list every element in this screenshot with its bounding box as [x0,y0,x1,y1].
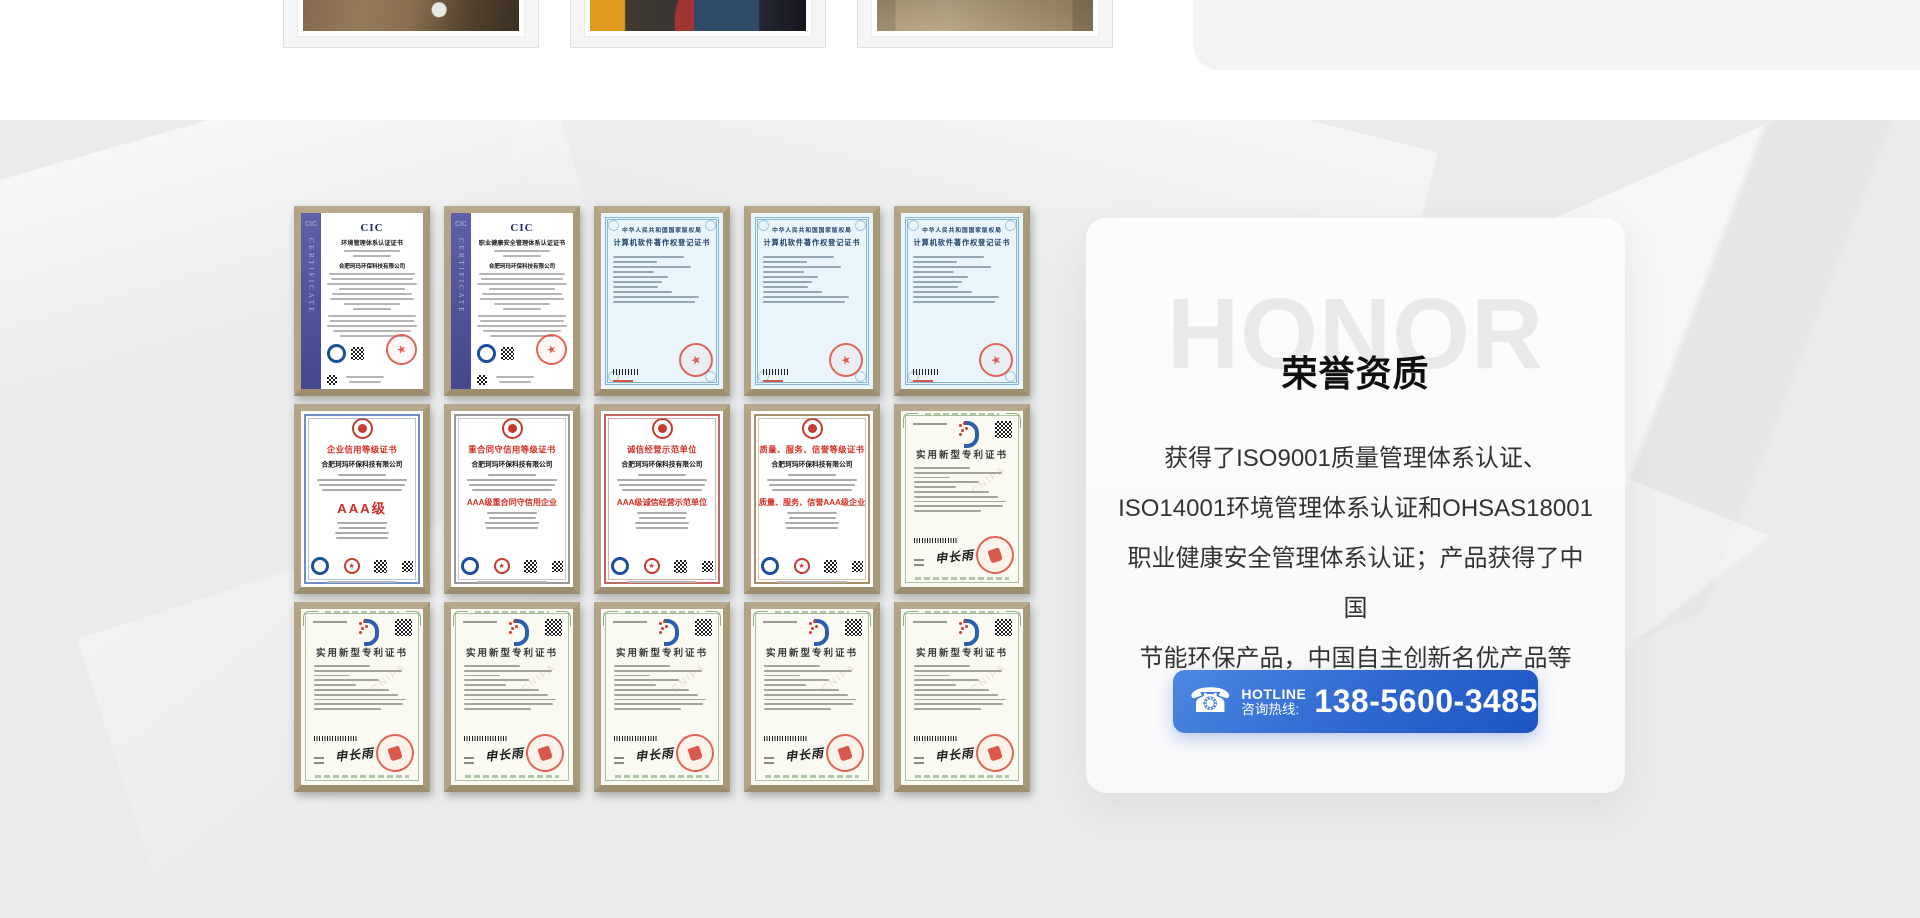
photo-frame [872,0,1098,36]
project-photo-card-2[interactable] [570,0,826,48]
cert-barcode [763,369,789,375]
cert-number [313,621,347,623]
cert-authority: 中华人民共和国国家版权局 [754,225,870,234]
cert-award: AAA级重合同守信用企业 [454,496,570,507]
certificate-thumbnail-3[interactable]: 中华人民共和国国家版权局 计算机软件著作权登记证书 ★ [594,206,730,396]
qr-code [995,619,1012,636]
certificate-thumbnail-1[interactable]: CIC CERTIFICATE CIC 环境管理体系认证证书 合肥珂玛环保科技有… [294,206,430,396]
cert-barcode [913,369,939,375]
certificate-thumbnail-14[interactable]: 实用新型专利证书 申长雨 CNIPA [744,602,880,792]
cert-company: 合肥珂玛环保科技有限公司 [607,460,717,470]
hotline-button[interactable]: ☎ HOTLINE 咨询热线: 138-5600-3485 [1173,670,1538,733]
cert-number [913,621,947,623]
hotline-label-zh: 咨询热线: [1241,702,1306,718]
cert-logos: ★ [311,557,413,575]
cert-title: 职业健康安全管理体系认证证书 [477,237,566,247]
hotline-labels: HOTLINE 咨询热线: [1241,686,1306,718]
cert-title: 企业信用等级证书 [306,444,418,456]
cert-title: 计算机软件著作权登记证书 [754,237,870,247]
cert-number [613,621,647,623]
cert-brand: CIC [325,222,419,234]
cnipa-logo [358,618,380,640]
construction-equipment-photo [590,0,806,31]
cert-authority: 中华人民共和国国家版权局 [604,225,720,234]
cert-title: 计算机软件著作权登记证书 [604,237,720,247]
honor-section: CIC CERTIFICATE CIC 环境管理体系认证证书 合肥珂玛环保科技有… [0,120,1920,918]
certificate-grid: CIC CERTIFICATE CIC 环境管理体系认证证书 合肥珂玛环保科技有… [294,206,1030,792]
cert-company: 合肥珂玛环保科技有限公司 [479,261,565,269]
cert-barcode [914,538,958,543]
certificate-thumbnail-11[interactable]: 实用新型专利证书 申长雨 CNIPA [294,602,430,792]
cert-award: AAA级 [304,499,420,518]
cert-authority: 中华人民共和国国家版权局 [904,225,1020,234]
cert-number [763,380,783,382]
cert-number [763,621,797,623]
cert-number [463,621,497,623]
certificate-thumbnail-4[interactable]: 中华人民共和国国家版权局 计算机软件著作权登记证书 ★ [744,206,880,396]
top-right-panel [1193,0,1920,70]
certificate-thumbnail-10[interactable]: 实用新型专利证书 申长雨 CNIPA [894,404,1030,594]
honor-card: HONOR 荣誉资质 获得了ISO9001质量管理体系认证、 ISO14001环… [1086,218,1625,793]
qr-code [845,619,862,636]
excavation-site-photo [303,0,519,31]
certificate-side-band: CIC CERTIFICATE [451,213,471,389]
qr-code [695,619,712,636]
cert-barcode [314,736,358,741]
qr-code [545,619,562,636]
cert-company: 合肥珂玛环保科技有限公司 [757,460,867,470]
certificate-thumbnail-5[interactable]: 中华人民共和国国家版权局 计算机软件著作权登记证书 ★ [894,206,1030,396]
cnipa-logo [658,618,680,640]
hotline-label-en: HOTLINE [1241,686,1306,702]
certificate-thumbnail-6[interactable]: 企业信用等级证书 合肥珂玛环保科技有限公司 AAA级 ★ [294,404,430,594]
cert-logos [327,344,364,363]
certificate-thumbnail-12[interactable]: 实用新型专利证书 申长雨 CNIPA [444,602,580,792]
cert-award: AAA级诚信经营示范单位 [604,496,720,507]
cert-number [913,423,947,425]
cert-company: 合肥珂玛环保科技有限公司 [307,460,417,470]
cert-barcode [764,736,808,741]
cert-title: 诚信经营示范单位 [606,444,718,456]
cnipa-logo [958,618,980,640]
photo-frame [585,0,811,36]
cert-logos [477,344,514,363]
cert-title: 计算机软件著作权登记证书 [904,237,1020,247]
cert-brand: CIC [475,222,569,234]
cert-title: 重合同守信用等级证书 [456,444,568,456]
certificate-thumbnail-9[interactable]: 质量、服务、信誉等级证书 合肥珂玛环保科技有限公司 质量、服务、信誉AAA级企业… [744,404,880,594]
certificate-thumbnail-13[interactable]: 实用新型专利证书 申长雨 CNIPA [594,602,730,792]
cert-number [613,380,633,382]
cert-logos: ★ [761,557,863,575]
cert-company: 合肥珂玛环保科技有限公司 [457,460,567,470]
project-photo-card-3[interactable] [857,0,1113,48]
certificate-thumbnail-2[interactable]: CIC CERTIFICATE CIC 职业健康安全管理体系认证证书 合肥珂玛环… [444,206,580,396]
phone-icon: ☎ [1189,684,1231,718]
project-photo-card-1[interactable] [283,0,539,48]
cert-logos: ★ [611,557,713,575]
cert-barcode [613,369,639,375]
cert-company: 合肥珂玛环保科技有限公司 [329,261,415,269]
cnipa-logo [508,618,530,640]
cert-award: 质量、服务、信誉AAA级企业 [754,496,870,507]
cert-barcode [914,736,958,741]
cert-title: 质量、服务、信誉等级证书 [756,444,868,456]
cert-barcode [464,736,508,741]
cnipa-logo [808,618,830,640]
certificate-thumbnail-7[interactable]: 重合同守信用等级证书 合肥珂玛环保科技有限公司 AAA级重合同守信用企业 ★ [444,404,580,594]
cnipa-logo [958,420,980,442]
qr-code [995,421,1012,438]
honor-title: 荣誉资质 [1086,345,1625,397]
hotline-number: 138-5600-3485 [1314,683,1538,720]
cert-title: 环境管理体系认证证书 [327,237,416,247]
cert-logos: ★ [461,557,563,575]
concrete-structure-photo [877,0,1093,31]
certificate-thumbnail-8[interactable]: 诚信经营示范单位 合肥珂玛环保科技有限公司 AAA级诚信经营示范单位 ★ [594,404,730,594]
cert-number [913,380,933,382]
qr-code [395,619,412,636]
photo-frame [298,0,524,36]
cert-barcode [614,736,658,741]
certificate-thumbnail-15[interactable]: 实用新型专利证书 申长雨 CNIPA [894,602,1030,792]
certificate-side-band: CIC CERTIFICATE [301,213,321,389]
top-section [0,0,1920,120]
